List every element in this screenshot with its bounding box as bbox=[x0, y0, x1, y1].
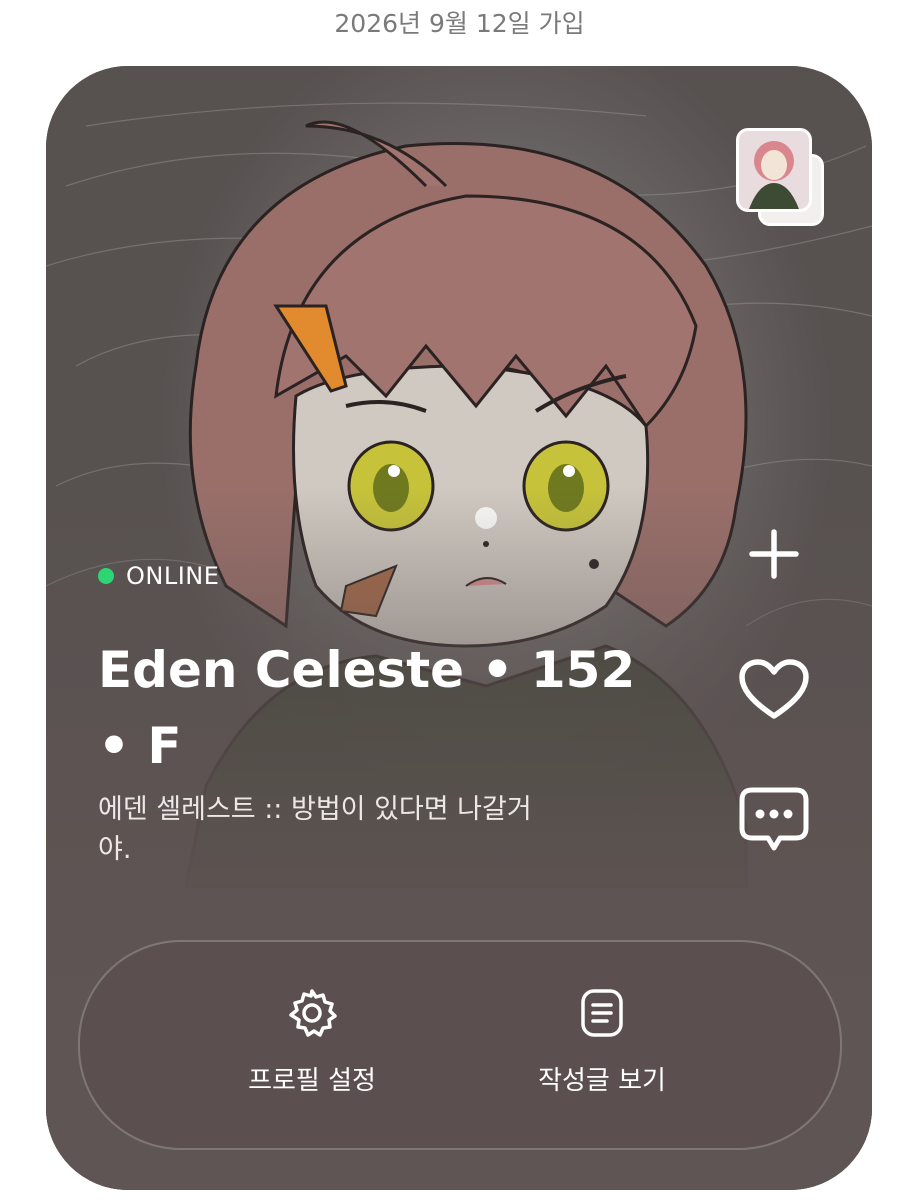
gallery-stack[interactable] bbox=[736, 128, 826, 228]
comment-button[interactable] bbox=[734, 780, 814, 860]
gear-icon bbox=[289, 989, 337, 1037]
gallery-thumbnail[interactable] bbox=[736, 128, 812, 212]
online-status: ONLINE bbox=[98, 562, 219, 590]
bottom-action-bar: 프로필 설정 작성글 보기 bbox=[78, 940, 842, 1150]
document-icon bbox=[581, 989, 623, 1037]
add-button[interactable] bbox=[734, 514, 814, 594]
view-posts-button[interactable]: 작성글 보기 bbox=[492, 988, 712, 1108]
heart-icon bbox=[739, 659, 809, 719]
profile-bio: 에덴 셀레스트 :: 방법이 있다면 나갈거야. bbox=[98, 794, 532, 865]
chat-icon bbox=[739, 787, 809, 851]
profile-card: ONLINE Eden Celeste • 152 • F 에덴 셀레스트 ::… bbox=[46, 66, 872, 1190]
online-dot bbox=[98, 568, 114, 584]
join-date: 2026년 9월 12일 가입 bbox=[334, 9, 585, 38]
profile-name: Eden Celeste • 152 • F bbox=[98, 641, 636, 775]
like-button[interactable] bbox=[734, 650, 814, 730]
online-label: ONLINE bbox=[126, 562, 220, 590]
profile-settings-button[interactable]: 프로필 설정 bbox=[202, 988, 422, 1108]
view-posts-label: 작성글 보기 bbox=[538, 1066, 666, 1096]
profile-settings-label: 프로필 설정 bbox=[248, 1066, 376, 1096]
plus-icon bbox=[749, 529, 799, 579]
